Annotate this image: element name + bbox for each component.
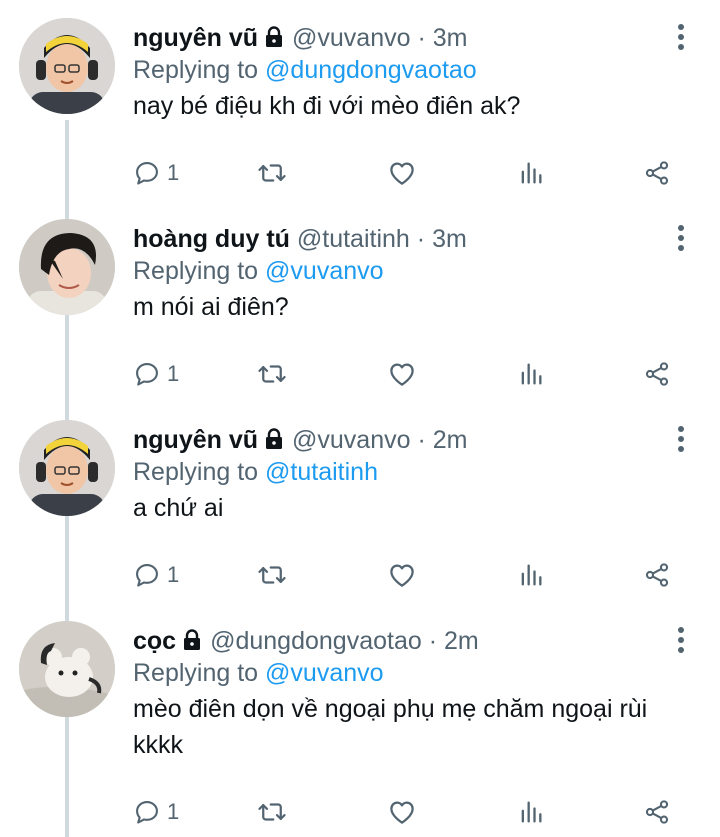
avatar[interactable] xyxy=(19,420,115,516)
more-vertical-icon[interactable] xyxy=(672,424,690,454)
timestamp[interactable]: 3m xyxy=(433,24,468,52)
retweet-icon xyxy=(257,158,287,188)
share-icon xyxy=(643,561,671,589)
share-button[interactable] xyxy=(643,795,671,829)
replying-to-label: Replying to xyxy=(133,56,266,84)
avatar[interactable] xyxy=(19,18,115,114)
reply-icon xyxy=(133,561,161,589)
user-handle[interactable]: @vuvanvo xyxy=(292,426,411,454)
display-name[interactable]: nguyên vũ xyxy=(133,24,258,52)
stats-icon xyxy=(517,561,545,589)
reply-count: 1 xyxy=(167,160,180,185)
tweet[interactable]: nguyên vũ @vuvanvo · 3m Replying to @dung… xyxy=(0,0,720,200)
lock-icon xyxy=(262,427,286,451)
reply-button[interactable]: 1 xyxy=(133,156,179,190)
share-icon xyxy=(643,360,671,388)
more-vertical-icon[interactable] xyxy=(672,22,690,52)
tweet-text: nay bé điệu kh đi với mèo điên ak? xyxy=(133,92,521,120)
action-bar: 1 xyxy=(133,156,693,190)
reply-count: 1 xyxy=(167,799,180,824)
retweet-button[interactable] xyxy=(257,357,287,391)
like-button[interactable] xyxy=(387,558,417,592)
tweet-header: nguyên vũ @vuvanvo · 2m xyxy=(133,424,467,456)
mention-link[interactable]: @dungdongvaotao xyxy=(265,56,477,84)
tweet-header: hoàng duy tú @tutaitinh · 3m xyxy=(133,223,467,255)
timestamp[interactable]: 2m xyxy=(444,627,479,655)
stats-icon xyxy=(517,798,545,826)
stats-icon xyxy=(517,360,545,388)
replying-to-label: Replying to xyxy=(133,458,266,486)
tweet-text: mèo điên dọn về ngoại phụ mẹ chăm ngoại … xyxy=(133,695,648,759)
reply-icon xyxy=(133,159,161,187)
avatar[interactable] xyxy=(19,219,115,315)
lock-icon xyxy=(180,628,204,652)
stats-button[interactable] xyxy=(517,795,545,829)
timestamp[interactable]: 2m xyxy=(433,426,468,454)
tweet[interactable]: hoàng duy tú @tutaitinh · 3m Replying to… xyxy=(0,201,720,401)
separator-dot: · xyxy=(416,225,426,253)
heart-icon xyxy=(387,560,417,590)
share-button[interactable] xyxy=(643,156,671,190)
share-icon xyxy=(643,159,671,187)
action-bar: 1 xyxy=(133,795,693,829)
tweet-text: a chứ ai xyxy=(133,494,224,522)
replying-to-label: Replying to xyxy=(133,659,266,687)
retweet-button[interactable] xyxy=(257,795,287,829)
display-name[interactable]: nguyên vũ xyxy=(133,426,258,454)
share-icon xyxy=(643,798,671,826)
heart-icon xyxy=(387,359,417,389)
action-bar: 1 xyxy=(133,357,693,391)
stats-button[interactable] xyxy=(517,357,545,391)
retweet-button[interactable] xyxy=(257,156,287,190)
mention-link[interactable]: @vuvanvo xyxy=(265,257,384,285)
display-name[interactable]: hoàng duy tú xyxy=(133,225,290,253)
timestamp[interactable]: 3m xyxy=(432,225,467,253)
replying-to: Replying to @dungdongvaotao xyxy=(133,54,477,86)
lock-icon xyxy=(262,25,286,49)
more-vertical-icon[interactable] xyxy=(672,223,690,253)
replying-to: Replying to @vuvanvo xyxy=(133,255,384,287)
avatar[interactable] xyxy=(19,621,115,717)
action-bar: 1 xyxy=(133,558,693,592)
reply-icon xyxy=(133,360,161,388)
separator-dot: · xyxy=(417,24,426,52)
like-button[interactable] xyxy=(387,795,417,829)
reply-button[interactable]: 1 xyxy=(133,558,179,592)
reply-icon xyxy=(133,798,161,826)
user-handle[interactable]: @dungdongvaotao xyxy=(210,627,422,655)
stats-button[interactable] xyxy=(517,558,545,592)
share-button[interactable] xyxy=(643,558,671,592)
tweet[interactable]: nguyên vũ @vuvanvo · 2m Replying to @tuta… xyxy=(0,402,720,602)
user-handle[interactable]: @vuvanvo xyxy=(292,24,411,52)
tweet-header: cọc @dungdongvaotao · 2m xyxy=(133,625,479,657)
mention-link[interactable]: @vuvanvo xyxy=(265,659,384,687)
reply-button[interactable]: 1 xyxy=(133,357,179,391)
retweet-button[interactable] xyxy=(257,558,287,592)
replying-to-label: Replying to xyxy=(133,257,266,285)
heart-icon xyxy=(387,797,417,827)
tweet[interactable]: cọc @dungdongvaotao · 2m Replying to @vuv… xyxy=(0,603,720,837)
replying-to: Replying to @vuvanvo xyxy=(133,657,384,689)
retweet-icon xyxy=(257,797,287,827)
more-vertical-icon[interactable] xyxy=(672,625,690,655)
separator-dot: · xyxy=(417,426,426,454)
reply-count: 1 xyxy=(167,562,180,587)
retweet-icon xyxy=(257,560,287,590)
replying-to: Replying to @tutaitinh xyxy=(133,456,378,488)
display-name[interactable]: cọc xyxy=(133,627,176,655)
like-button[interactable] xyxy=(387,357,417,391)
mention-link[interactable]: @tutaitinh xyxy=(265,458,378,486)
tweet-header: nguyên vũ @vuvanvo · 3m xyxy=(133,22,467,54)
retweet-icon xyxy=(257,359,287,389)
stats-icon xyxy=(517,159,545,187)
stats-button[interactable] xyxy=(517,156,545,190)
heart-icon xyxy=(387,158,417,188)
separator-dot: · xyxy=(428,627,438,655)
reply-button[interactable]: 1 xyxy=(133,795,179,829)
reply-count: 1 xyxy=(167,361,180,386)
tweet-text: m nói ai điên? xyxy=(133,293,289,321)
like-button[interactable] xyxy=(387,156,417,190)
user-handle[interactable]: @tutaitinh xyxy=(297,225,410,253)
share-button[interactable] xyxy=(643,357,671,391)
